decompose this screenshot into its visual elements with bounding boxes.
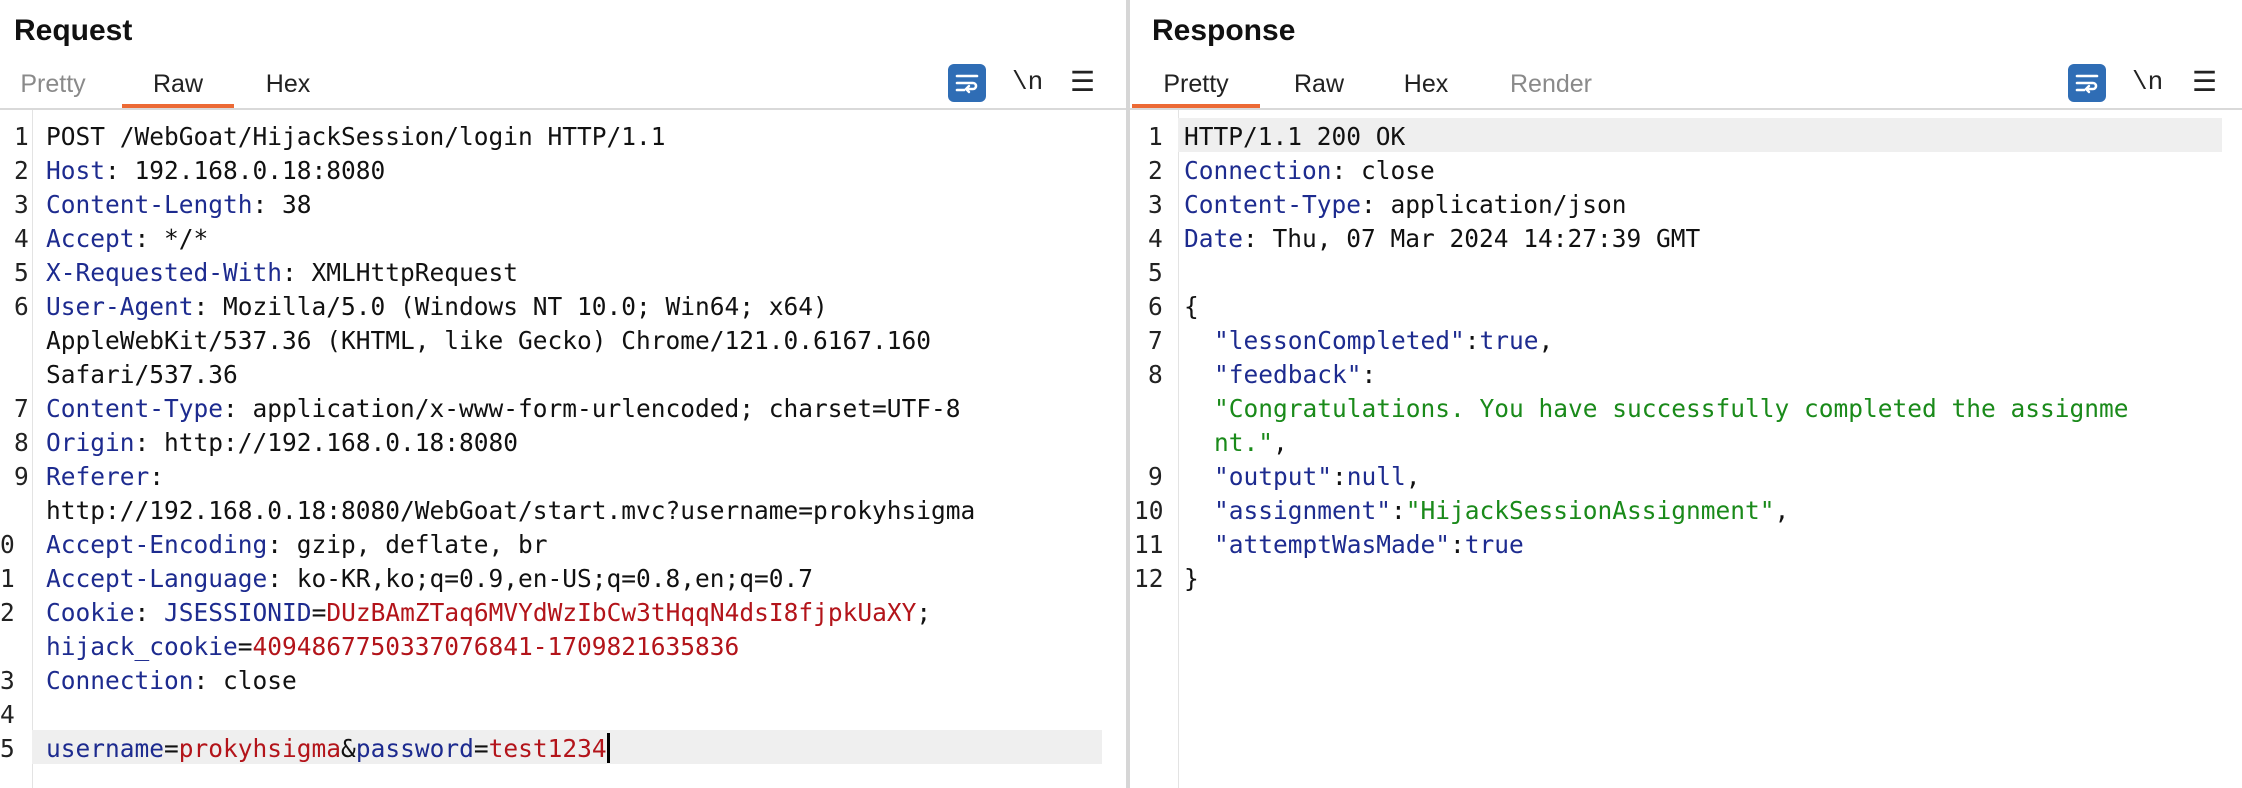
response-tab-hex[interactable]: Hex [1400,62,1452,106]
code-line: 4 Date: Thu, 07 Mar 2024 14:27:39 GMT [1148,224,1701,253]
code-line: 4 [0,700,15,729]
code-line: 6{ [1148,292,1199,321]
code-line: 7 "lessonCompleted":true, [1148,326,1554,355]
code-line: 1 HTTP/1.1 200 OK [1148,122,1406,151]
code-line: 6 User-Agent: Mozilla/5.0 (Windows NT 10.… [14,292,828,321]
newline-toggle-button[interactable]: \n [2132,62,2163,102]
code-line: AppleWebKit/537.36 (KHTML, like Gecko) C… [46,326,932,355]
code-line: 2 Cookie: JSESSIONID=DUzBAmZTaq6MVYdWzIbC… [0,598,932,627]
code-line: 8 Origin: http://192.168.0.18:8080 [14,428,519,457]
request-tab-raw[interactable]: Raw [122,62,234,108]
response-pane: Response Pretty Raw Hex Render \n ☰ 1 HTT… [1130,0,2242,788]
code-line: 2 Host: 192.168.0.18:8080 [14,156,386,185]
newline-toggle-button[interactable]: \n [1012,62,1043,102]
code-line: 5 [1148,258,1163,287]
request-pane: Request Pretty Raw Hex \n ☰ 1 POST /WebGo… [0,0,1126,788]
request-editor[interactable]: 1 POST /WebGoat/HijackSession/login HTTP/… [0,120,1126,766]
code-line: 1 Accept-Language: ko-KR,ko;q=0.9,en-US;q… [0,564,814,593]
response-tab-raw[interactable]: Raw [1290,62,1348,106]
code-line: 5 username=prokyhsigma&password=test1234 [0,732,1126,766]
code-line: nt.", [1214,428,1288,457]
code-line: 0 Accept-Encoding: gzip, deflate, br [0,530,548,559]
code-line: 1 POST /WebGoat/HijackSession/login HTTP/… [14,122,666,151]
request-title: Request [14,14,133,47]
code-line: http://192.168.0.18:8080/WebGoat/start.m… [46,496,976,525]
wrap-lines-icon[interactable] [948,64,986,102]
response-tab-render[interactable]: Render [1506,62,1596,106]
code-line: "Congratulations. You have successfully … [1214,394,2129,423]
wrap-lines-icon[interactable] [2068,64,2106,102]
text-caret [606,733,610,763]
code-line: 7 Content-Type: application/x-www-form-ur… [14,394,961,423]
code-line: 3 Content-Length: 38 [14,190,312,219]
response-title: Response [1152,14,1296,47]
code-line: 4 Accept: */* [14,224,209,253]
code-line: 10 "assignment":"HijackSessionAssignment"… [1134,496,1790,525]
hamburger-menu-icon[interactable]: ☰ [1070,62,1095,102]
code-line: 9 "output":null, [1148,462,1421,491]
code-line: hijack_cookie=4094867750337076841-170982… [46,632,740,661]
code-line: 3 Connection: close [0,666,297,695]
code-line: 8 "feedback": [1148,360,1377,389]
code-line: 12} [1134,564,1199,593]
response-editor[interactable]: 1 HTTP/1.1 200 OK 2 Connection: close 3 Con… [1130,120,2242,596]
hamburger-menu-icon[interactable]: ☰ [2192,62,2217,102]
request-tab-hex[interactable]: Hex [262,62,314,106]
response-tab-pretty[interactable]: Pretty [1132,62,1260,108]
code-line: 5 X-Requested-With: XMLHttpRequest [14,258,519,287]
code-line: 2 Connection: close [1148,156,1435,185]
code-line: Safari/537.36 [46,360,238,389]
code-line: 11 "attemptWasMade":true [1134,530,1524,559]
request-tab-pretty[interactable]: Pretty [14,62,92,106]
code-line: 9 Referer: [14,462,165,491]
code-line: 3 Content-Type: application/json [1148,190,1627,219]
